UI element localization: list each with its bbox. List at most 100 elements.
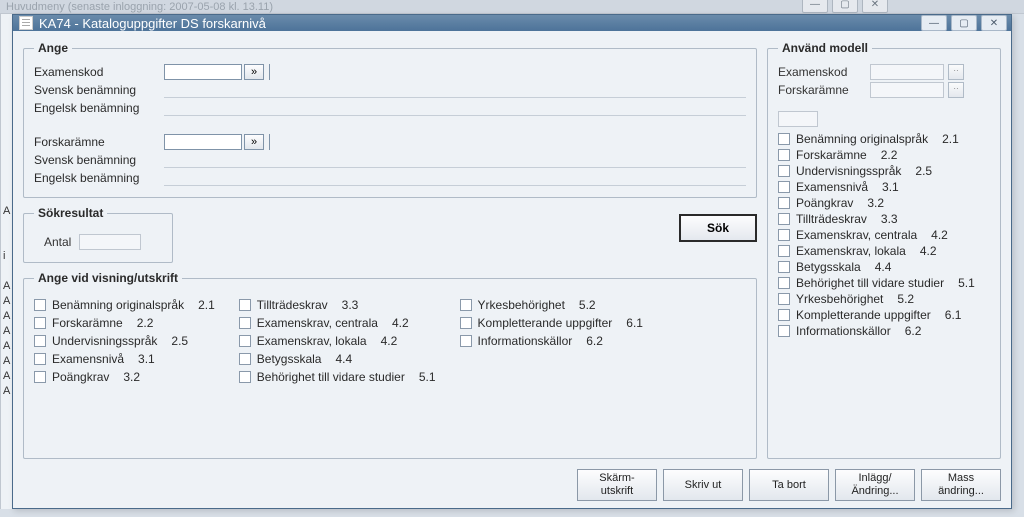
- examenskod-picker-button[interactable]: »: [244, 64, 264, 80]
- maximize-button[interactable]: ▢: [951, 15, 977, 31]
- forskaramne-label: Forskarämne: [34, 135, 162, 149]
- checkbox[interactable]: [778, 309, 790, 321]
- antal-value: [79, 234, 141, 250]
- checkbox[interactable]: [34, 371, 46, 383]
- modell-row: Undervisningsspråk 2.5: [778, 163, 990, 179]
- checkbox[interactable]: [778, 213, 790, 225]
- visning-row: Tillträdeskrav3.3: [239, 297, 436, 313]
- visning-column: Benämning originalspråk 2.1 Forskarämne 2.2…: [34, 297, 215, 385]
- checkbox[interactable]: [460, 317, 472, 329]
- parent-minimize-button[interactable]: —: [802, 0, 828, 13]
- checkbox[interactable]: [778, 325, 790, 337]
- checkbox-number: 2.5: [915, 164, 932, 178]
- mass-andring-button[interactable]: Massändring...: [921, 469, 1001, 501]
- parent-window-controls: — ▢ ✕: [802, 0, 888, 13]
- parent-maximize-button[interactable]: ▢: [832, 0, 858, 13]
- checkbox[interactable]: [778, 277, 790, 289]
- sokresultat-legend: Sökresultat: [34, 206, 107, 220]
- background-sidebar-strip: AiAAAAAAAA: [0, 14, 12, 509]
- checkbox-number: 3.2: [123, 370, 140, 384]
- skriv-ut-button[interactable]: Skriv ut: [663, 469, 743, 501]
- checkbox[interactable]: [778, 261, 790, 273]
- skarmutskrift-button[interactable]: Skärm-utskrift: [577, 469, 657, 501]
- checkbox-number: 5.2: [579, 298, 596, 312]
- checkbox-number: 4.4: [875, 260, 892, 274]
- titlebar[interactable]: KA74 - Kataloguppgifter DS forskarnivå —…: [13, 15, 1011, 31]
- background-list-item: A: [1, 339, 12, 354]
- checkbox-number: 2.5: [171, 334, 188, 348]
- checkbox-label: Examensnivå: [796, 180, 868, 194]
- checkbox-label: Benämning originalspråk: [796, 132, 928, 146]
- checkbox[interactable]: [239, 371, 251, 383]
- checkbox[interactable]: [778, 245, 790, 257]
- inlagg-andring-button[interactable]: Inlägg/Ändring...: [835, 469, 915, 501]
- checkbox-label: Kompletterande uppgifter: [796, 308, 931, 322]
- visning-row: Poängkrav3.2: [34, 369, 215, 385]
- modell-forskaramne-picker[interactable]: ··: [948, 82, 964, 98]
- close-button[interactable]: ✕: [981, 15, 1007, 31]
- modell-row: Yrkesbehörighet5.2: [778, 291, 990, 307]
- checkbox-number: 2.1: [198, 298, 215, 312]
- checkbox[interactable]: [34, 353, 46, 365]
- checkbox[interactable]: [34, 317, 46, 329]
- checkbox[interactable]: [778, 197, 790, 209]
- checkbox-label: Forskarämne: [796, 148, 867, 162]
- checkbox-label: Undervisningsspråk: [796, 164, 901, 178]
- checkbox[interactable]: [778, 293, 790, 305]
- examenskod-label: Examenskod: [34, 65, 162, 79]
- checkbox[interactable]: [239, 353, 251, 365]
- visning-legend: Ange vid visning/utskrift: [34, 271, 182, 285]
- checkbox-label: Behörighet till vidare studier: [796, 276, 944, 290]
- modell-examenskod-label: Examenskod: [778, 65, 866, 79]
- checkbox-number: 4.2: [381, 334, 398, 348]
- minimize-button[interactable]: —: [921, 15, 947, 31]
- checkbox-number: 4.2: [920, 244, 937, 258]
- checkbox-number: 2.2: [137, 316, 154, 330]
- checkbox-number: 6.2: [586, 334, 603, 348]
- checkbox[interactable]: [778, 165, 790, 177]
- visning-fieldset: Ange vid visning/utskrift Benämning orig…: [23, 271, 757, 459]
- modell-stub-field: [778, 111, 818, 127]
- checkbox[interactable]: [778, 149, 790, 161]
- checkbox[interactable]: [460, 299, 472, 311]
- checkbox[interactable]: [460, 335, 472, 347]
- checkbox-label: Examenskrav, lokala: [796, 244, 906, 258]
- ange-legend: Ange: [34, 41, 72, 55]
- checkbox-number: 5.1: [958, 276, 975, 290]
- visning-row: Undervisningsspråk2.5: [34, 333, 215, 349]
- window-title: KA74 - Kataloguppgifter DS forskarnivå: [39, 16, 921, 31]
- visning-row: Examenskrav, centrala4.2: [239, 315, 436, 331]
- parent-close-button[interactable]: ✕: [862, 0, 888, 13]
- checkbox[interactable]: [34, 335, 46, 347]
- checkbox[interactable]: [778, 181, 790, 193]
- sokresultat-fieldset: Sökresultat Antal: [23, 206, 173, 263]
- checkbox[interactable]: [239, 317, 251, 329]
- checkbox-label: Betygsskala: [796, 260, 861, 274]
- background-list-item: i: [1, 249, 12, 264]
- checkbox[interactable]: [239, 299, 251, 311]
- checkbox-number: 3.1: [882, 180, 899, 194]
- modell-row: Examensnivå 3.1: [778, 179, 990, 195]
- forskaramne-picker-button[interactable]: »: [244, 134, 264, 150]
- examenskod-input[interactable]: [164, 64, 242, 80]
- checkbox[interactable]: [778, 133, 790, 145]
- checkbox[interactable]: [778, 229, 790, 241]
- separator: [266, 134, 270, 150]
- forskaramne-input[interactable]: [164, 134, 242, 150]
- checkbox-label: Forskarämne: [52, 316, 123, 330]
- checkbox[interactable]: [34, 299, 46, 311]
- modell-row: Betygsskala 4.4: [778, 259, 990, 275]
- checkbox-label: Benämning originalspråk: [52, 298, 184, 312]
- background-list-item: A: [1, 309, 12, 324]
- checkbox-number: 4.4: [335, 352, 352, 366]
- separator: [266, 64, 270, 80]
- modell-examenskod-picker[interactable]: ··: [948, 64, 964, 80]
- modell-forskaramne-label: Forskarämne: [778, 83, 866, 97]
- antal-label: Antal: [44, 235, 71, 249]
- ta-bort-button[interactable]: Ta bort: [749, 469, 829, 501]
- checkbox-number: 4.2: [931, 228, 948, 242]
- checkbox[interactable]: [239, 335, 251, 347]
- sok-button[interactable]: Sök: [679, 214, 757, 242]
- checkbox-number: 3.1: [138, 352, 155, 366]
- modell-row: Examenskrav, centrala4.2: [778, 227, 990, 243]
